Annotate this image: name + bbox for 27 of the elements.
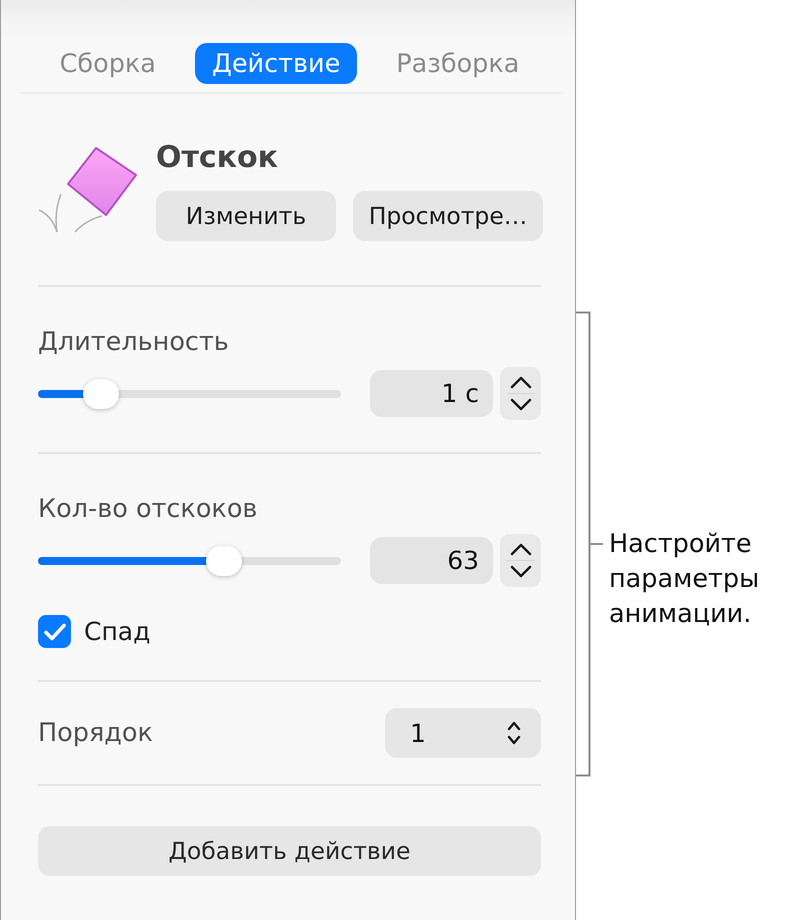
value-field[interactable]: 63 xyxy=(370,537,493,584)
preview-button[interactable]: Просмотре… xyxy=(353,191,543,241)
setting-label: Порядок xyxy=(38,718,153,748)
slider[interactable] xyxy=(38,546,341,576)
add-action-button[interactable]: Добавить действие xyxy=(38,826,541,876)
chevron-down-icon[interactable] xyxy=(510,398,532,411)
chevron-updown-icon xyxy=(507,720,521,746)
tab[interactable]: Действие xyxy=(194,43,358,84)
chevron-down-icon[interactable] xyxy=(510,565,532,578)
slider-thumb[interactable] xyxy=(206,546,242,576)
setting-label: Кол-во отскоков xyxy=(38,494,258,524)
callout-text: Настройте параметры анимации. xyxy=(609,528,760,631)
checkbox-label[interactable]: Спад xyxy=(84,617,150,646)
stepper[interactable] xyxy=(500,367,541,420)
setting-label: Длительность xyxy=(38,327,230,357)
slider-thumb[interactable] xyxy=(83,378,120,408)
bouncing-square-icon xyxy=(36,146,140,234)
stepper[interactable] xyxy=(500,534,541,587)
order-dropdown[interactable]: 1 xyxy=(385,708,541,758)
chevron-up-icon[interactable] xyxy=(510,376,532,389)
slider[interactable] xyxy=(38,378,341,408)
chevron-up-icon[interactable] xyxy=(510,543,532,556)
checkbox[interactable] xyxy=(38,615,71,648)
effect-title: Отскок xyxy=(156,140,278,175)
change-button[interactable]: Изменить xyxy=(156,191,336,241)
value-field[interactable]: 1 с xyxy=(370,370,493,417)
checkmark-icon xyxy=(44,622,66,640)
